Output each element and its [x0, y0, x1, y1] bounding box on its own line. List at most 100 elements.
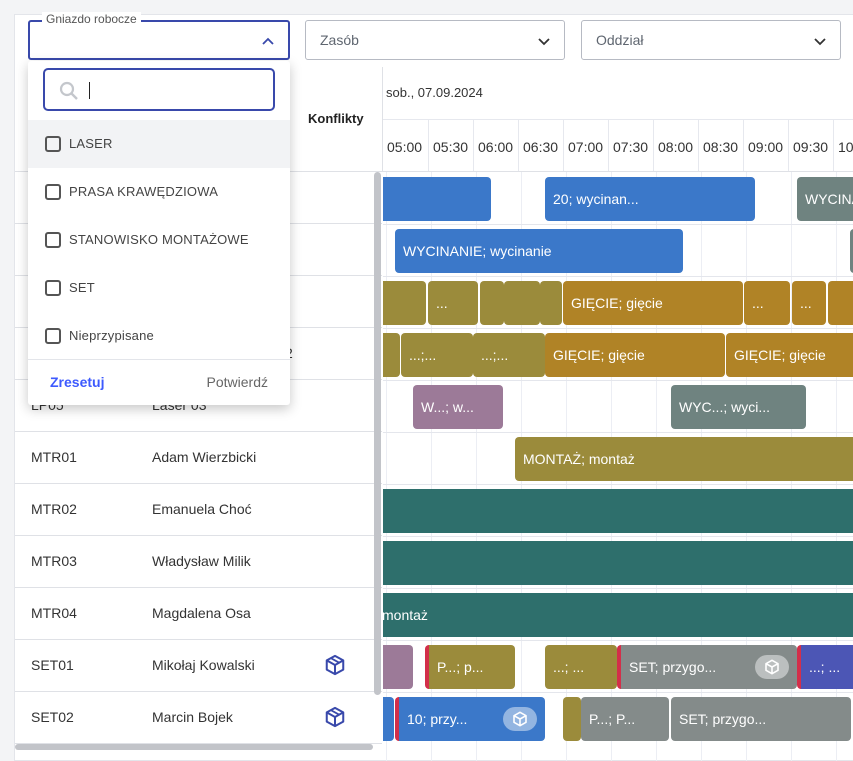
task-bar[interactable]: ...	[428, 281, 478, 325]
time-tick: 09:30	[788, 120, 833, 171]
table-row[interactable]: SET01 Mikołaj Kowalski	[15, 640, 382, 692]
row-name: Adam Wierzbicki	[152, 449, 257, 465]
task-bar-label: SET; przygo...	[629, 659, 717, 675]
row-code: SET01	[31, 657, 74, 673]
time-tick: 05:00	[387, 139, 423, 155]
task-bar[interactable]	[504, 281, 540, 325]
option-label: STANOWISKO MONTAŻOWE	[69, 232, 249, 247]
conflicts-column-header: Konflikty	[308, 111, 364, 126]
option-checkbox[interactable]	[45, 280, 61, 296]
option-label: SET	[69, 280, 95, 295]
dropdown-option[interactable]: STANOWISKO MONTAŻOWE	[28, 216, 290, 264]
conflict-cube-icon[interactable]	[324, 706, 346, 728]
table-row[interactable]: MTR01 Adam Wierzbicki	[15, 432, 382, 484]
task-bar[interactable]: WYCINANIE; wycinanie	[395, 229, 683, 273]
task-bar-label: 10; przy...	[407, 711, 468, 727]
time-tick: 09:00	[743, 120, 788, 171]
task-bar[interactable]	[828, 281, 853, 325]
option-checkbox[interactable]	[45, 136, 61, 152]
row-code: MTR03	[31, 553, 77, 569]
task-bar[interactable]: WYC...; wyci...	[671, 385, 806, 429]
option-checkbox[interactable]	[45, 232, 61, 248]
option-label: Nieprzypisane	[69, 328, 154, 343]
time-tick: 07:30	[608, 120, 653, 171]
table-row[interactable]: SET02 Marcin Bojek	[15, 692, 382, 744]
timeline-date: sob., 07.09.2024	[386, 85, 483, 100]
task-bar[interactable]: ...	[744, 281, 790, 325]
time-tick: 08:30	[698, 120, 743, 171]
task-bar[interactable]: ...;...	[473, 333, 545, 377]
task-bar[interactable]	[563, 697, 581, 741]
row-code: MTR02	[31, 501, 77, 517]
row-code: MTR01	[31, 449, 77, 465]
task-bar[interactable]: ...	[792, 281, 826, 325]
task-bar[interactable]	[383, 541, 853, 585]
row-code: SET02	[31, 709, 74, 725]
task-bar[interactable]: SET; przygo...	[671, 697, 851, 741]
task-bar[interactable]	[383, 281, 426, 325]
dropdown-footer: Zresetuj Potwierdź	[28, 359, 290, 405]
dropdown-option[interactable]: Nieprzypisane	[28, 312, 290, 360]
time-tick: 10:	[833, 120, 853, 171]
task-bar[interactable]: ...; ...	[545, 645, 617, 689]
dropdown-option[interactable]: PRASA KRAWĘDZIOWA	[28, 168, 290, 216]
task-bar[interactable]	[383, 333, 400, 377]
task-bar[interactable]: SET; przygo...	[617, 645, 797, 689]
task-bar[interactable]: W...; w...	[413, 385, 503, 429]
branch-filter[interactable]: Oddział	[581, 20, 841, 60]
task-bar[interactable]	[383, 177, 491, 221]
option-checkbox[interactable]	[45, 184, 61, 200]
task-bar[interactable]: 10; przy...	[395, 697, 545, 741]
resource-filter-label: Zasób	[320, 32, 359, 48]
conflict-cube-icon[interactable]	[324, 654, 346, 676]
task-bar[interactable]: P...; P...	[581, 697, 669, 741]
option-checkbox[interactable]	[45, 328, 61, 344]
time-tick: 06:30	[518, 120, 563, 171]
chevron-down-icon	[538, 38, 550, 46]
time-tick: 05:30	[428, 120, 473, 171]
task-bar[interactable]: GIĘCIE; gięcie	[563, 281, 743, 325]
task-bar[interactable]: 20; wycinan...	[545, 177, 755, 221]
dropdown-option[interactable]: SET	[28, 264, 290, 312]
workstation-dropdown: LASER PRASA KRAWĘDZIOWA STANOWISKO MONTA…	[28, 61, 290, 405]
row-name: Marcin Bojek	[152, 709, 233, 725]
chevron-up-icon	[262, 37, 274, 45]
task-bar[interactable]	[383, 645, 413, 689]
time-scale: 05:00 05:30 06:00 06:30 07:00 07:30 08:0…	[383, 119, 853, 171]
cube-icon	[765, 659, 779, 675]
task-bar[interactable]: ...;...	[401, 333, 473, 377]
table-row[interactable]: MTR02 Emanuela Choć	[15, 484, 382, 536]
task-bar[interactable]: GIĘCIE; gięcie	[726, 333, 853, 377]
workstation-filter[interactable]: Gniazdo robocze	[28, 12, 290, 60]
table-row[interactable]: MTR04 Magdalena Osa	[15, 588, 382, 640]
task-bar[interactable]: ...; ...	[797, 645, 853, 689]
task-badge	[755, 655, 789, 679]
branch-filter-label: Oddział	[596, 32, 644, 48]
vertical-scrollbar[interactable]	[374, 172, 381, 695]
task-bar[interactable]: WYCINA	[797, 177, 853, 221]
task-bar[interactable]: MONTAŻ; montaż	[515, 437, 853, 481]
table-row[interactable]: MTR03 Władysław Milik	[15, 536, 382, 588]
reset-button[interactable]: Zresetuj	[50, 374, 104, 390]
row-name: Władysław Milik	[152, 553, 251, 569]
horizontal-scrollbar[interactable]	[15, 744, 373, 750]
time-tick: 07:00	[563, 120, 608, 171]
resource-filter[interactable]: Zasób	[305, 20, 565, 60]
dropdown-search-input[interactable]	[43, 68, 275, 111]
dropdown-option[interactable]: LASER	[28, 120, 290, 168]
timeline-header: sob., 07.09.2024 05:00 05:30 06:00 06:30…	[382, 67, 853, 172]
chevron-down-icon	[814, 38, 826, 46]
time-tick: 08:00	[653, 120, 698, 171]
task-bar[interactable]: GIĘCIE; gięcie	[545, 333, 725, 377]
task-bar[interactable]	[480, 281, 504, 325]
cube-icon	[513, 711, 527, 727]
search-icon	[59, 81, 78, 100]
row-name: Emanuela Choć	[152, 501, 252, 517]
confirm-button[interactable]: Potwierdź	[207, 374, 268, 390]
time-tick: 06:00	[473, 120, 518, 171]
task-bar[interactable]: P...; p...	[425, 645, 515, 689]
task-bar[interactable]	[383, 697, 394, 741]
task-bar[interactable]	[540, 281, 562, 325]
task-bar[interactable]	[383, 489, 853, 533]
task-bar[interactable]: montaż	[383, 593, 853, 637]
